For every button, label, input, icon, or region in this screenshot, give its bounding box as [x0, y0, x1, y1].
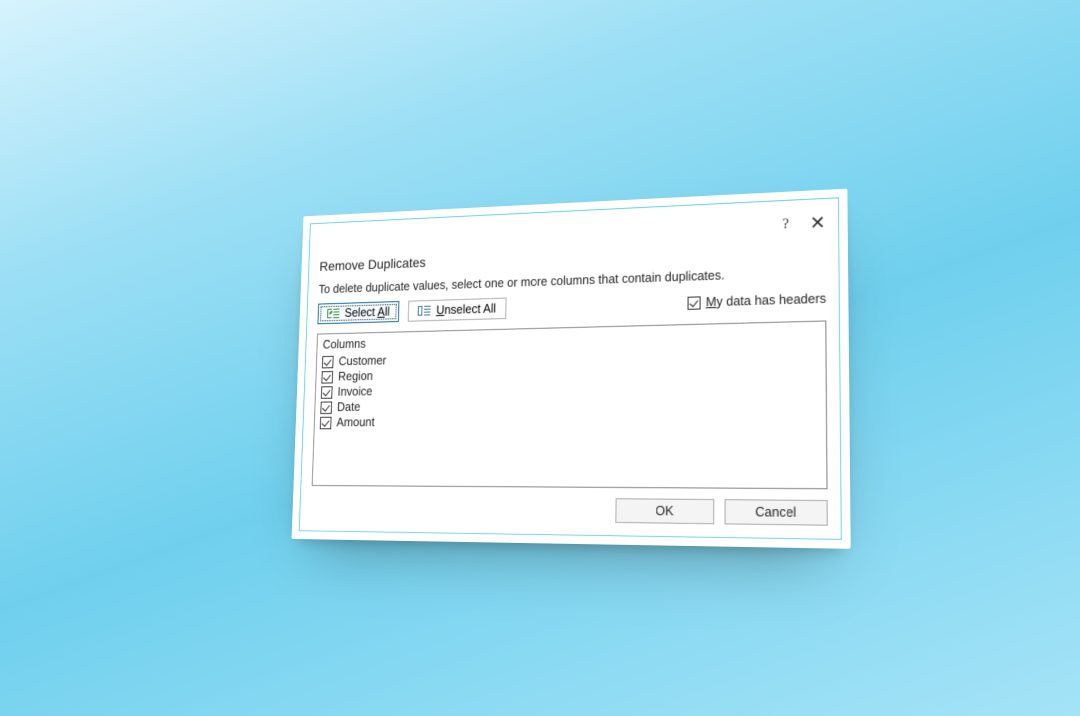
select-all-button[interactable]: Select All	[317, 301, 399, 324]
checkbox-icon	[322, 355, 334, 368]
column-label: Invoice	[337, 385, 372, 399]
checkbox-icon	[321, 371, 333, 384]
help-button[interactable]: ?	[782, 215, 789, 233]
checkbox-icon	[320, 401, 332, 414]
column-label: Date	[337, 400, 361, 414]
checkbox-icon	[688, 296, 701, 310]
close-button[interactable]: ✕	[810, 213, 826, 232]
checkbox-icon	[321, 386, 333, 399]
column-label: Customer	[338, 354, 386, 368]
cancel-button[interactable]: Cancel	[725, 499, 828, 526]
my-data-has-headers-checkbox[interactable]: My data has headers	[688, 291, 826, 309]
unselect-all-label: Unselect All	[436, 302, 496, 317]
column-label: Amount	[336, 415, 374, 429]
column-item[interactable]: Amount	[320, 411, 820, 431]
dialog-footer: OK Cancel	[311, 496, 828, 526]
columns-listbox[interactable]: Columns CustomerRegionInvoiceDateAmount	[312, 320, 828, 489]
checkbox-icon	[320, 416, 332, 429]
select-all-icon	[327, 308, 339, 320]
unselect-all-button[interactable]: Unselect All	[408, 298, 506, 322]
remove-duplicates-dialog: ? ✕ Remove Duplicates To delete duplicat…	[292, 189, 851, 549]
columns-container: CustomerRegion InvoiceDateAmount	[320, 344, 820, 431]
ok-button[interactable]: OK	[615, 498, 714, 524]
unselect-all-icon	[418, 305, 431, 317]
select-all-label: Select All	[344, 305, 390, 320]
headers-label: My data has headers	[706, 291, 826, 309]
column-label: Region	[338, 369, 373, 383]
